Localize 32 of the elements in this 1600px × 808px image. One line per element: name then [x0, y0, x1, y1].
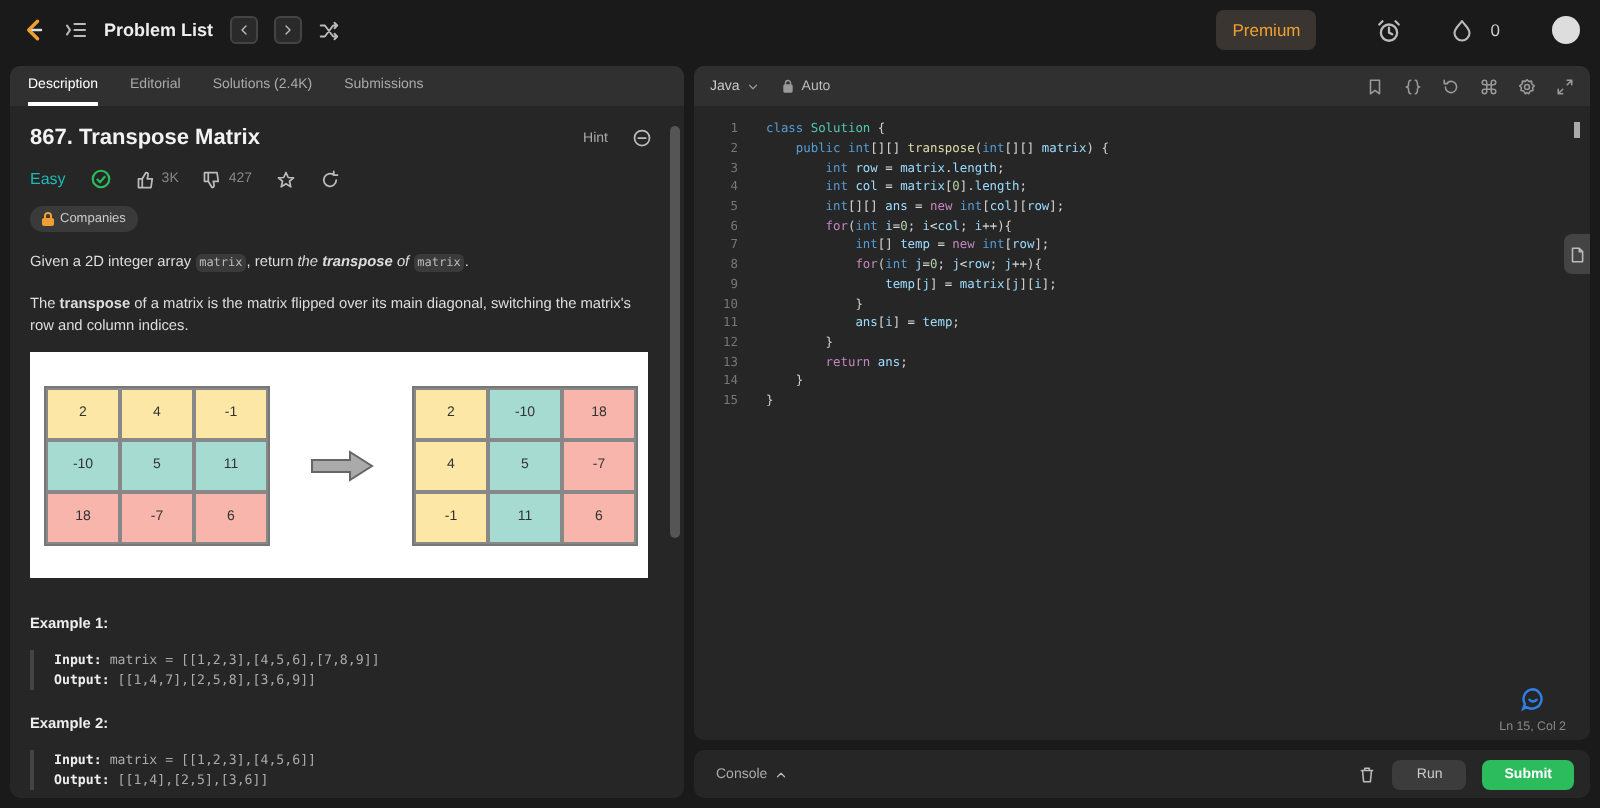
lock-icon — [779, 78, 796, 94]
problem-list-link[interactable]: Problem List — [104, 20, 214, 40]
side-tab[interactable] — [1564, 234, 1590, 274]
scrollbar[interactable] — [1574, 122, 1580, 138]
caret-icon — [773, 767, 788, 781]
undo-icon[interactable] — [1442, 77, 1460, 95]
difficulty-label: Easy — [30, 170, 66, 188]
streak-count: 0 — [1490, 20, 1500, 40]
star-icon[interactable] — [276, 169, 297, 189]
lock-icon — [42, 212, 54, 226]
chevron-down-icon — [745, 79, 760, 93]
problem-title: 867. Transpose Matrix — [30, 126, 262, 150]
premium-button[interactable]: Premium — [1216, 10, 1317, 50]
list-icon[interactable] — [64, 18, 88, 42]
arrow-icon — [309, 449, 373, 481]
avatar[interactable] — [1552, 16, 1580, 44]
command-icon[interactable] — [1480, 77, 1498, 95]
alarm-clock-icon[interactable] — [1376, 17, 1403, 43]
chat-bubble-icon[interactable] — [1520, 686, 1546, 712]
braces-icon[interactable] — [1404, 77, 1422, 95]
expand-icon[interactable] — [1556, 77, 1574, 95]
document-icon — [1568, 245, 1586, 263]
thumbs-down-icon[interactable] — [202, 169, 223, 189]
info-circle-icon[interactable] — [632, 128, 652, 148]
trash-icon[interactable] — [1358, 765, 1377, 783]
settings-icon[interactable] — [1518, 77, 1536, 95]
next-button[interactable] — [273, 16, 302, 44]
thumbs-up-icon[interactable] — [135, 169, 156, 189]
shuffle-icon[interactable] — [317, 19, 340, 41]
scrollbar[interactable] — [670, 126, 680, 538]
bookmark-icon[interactable] — [1366, 77, 1384, 95]
previous-button[interactable] — [229, 16, 258, 44]
